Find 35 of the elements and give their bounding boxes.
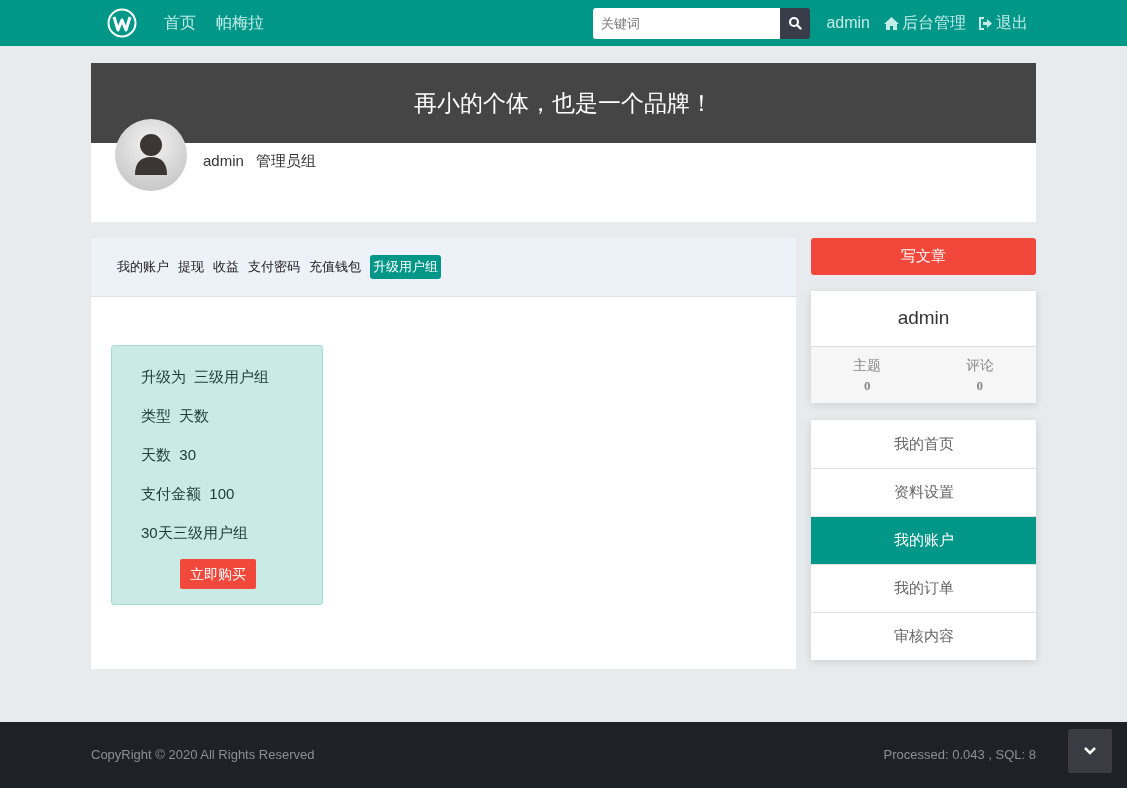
username: admin bbox=[203, 151, 244, 171]
logout-icon bbox=[978, 16, 992, 30]
account-tab[interactable]: 提现 bbox=[178, 255, 204, 279]
account-tab[interactable]: 升级用户组 bbox=[370, 255, 441, 279]
copyright-text: CopyRight © 2020 All Rights Reserved bbox=[91, 746, 315, 765]
menu-item[interactable]: 我的首页 bbox=[811, 420, 1036, 468]
stat-label: 评论 bbox=[965, 355, 994, 375]
write-button[interactable]: 写文章 bbox=[811, 238, 1036, 275]
account-tab[interactable]: 我的账户 bbox=[117, 255, 169, 279]
account-tab[interactable]: 收益 bbox=[213, 255, 239, 279]
chevron-down-icon bbox=[1084, 747, 1096, 755]
avatar bbox=[115, 119, 187, 191]
slogan: 再小的个体，也是一个品牌！ bbox=[414, 88, 713, 118]
stat-value: 0 bbox=[864, 376, 871, 395]
menu-item[interactable]: 我的账户 bbox=[811, 516, 1036, 564]
card-line: 支付金额 100 bbox=[141, 484, 236, 504]
card-line: 类型 天数 bbox=[141, 406, 211, 426]
search-field[interactable]: 关键词 bbox=[593, 7, 781, 39]
buy-button[interactable]: 立即购买 bbox=[180, 559, 256, 589]
menu-item[interactable]: 审核内容 bbox=[811, 612, 1036, 660]
card-line: 升级为 三级用户组 bbox=[141, 367, 271, 387]
menu-item[interactable]: 我的订单 bbox=[811, 564, 1036, 612]
account-tab[interactable]: 充值钱包 bbox=[309, 255, 361, 279]
search-button[interactable] bbox=[780, 7, 811, 39]
account-tab[interactable]: 支付密码 bbox=[248, 255, 300, 279]
search-icon bbox=[788, 16, 803, 30]
stat-value: 0 bbox=[976, 376, 983, 395]
stats-text: Processed: 0.043 , SQL: 8 bbox=[883, 746, 1036, 765]
card-line: 30天三级用户组 bbox=[141, 523, 249, 543]
user-group: 管理员组 bbox=[255, 150, 316, 173]
home-icon bbox=[884, 16, 899, 30]
card-line: 天数 30 bbox=[141, 445, 198, 465]
logo-icon[interactable] bbox=[107, 8, 137, 38]
scroll-button[interactable] bbox=[1068, 729, 1112, 773]
stat-label: 主题 bbox=[853, 355, 882, 375]
